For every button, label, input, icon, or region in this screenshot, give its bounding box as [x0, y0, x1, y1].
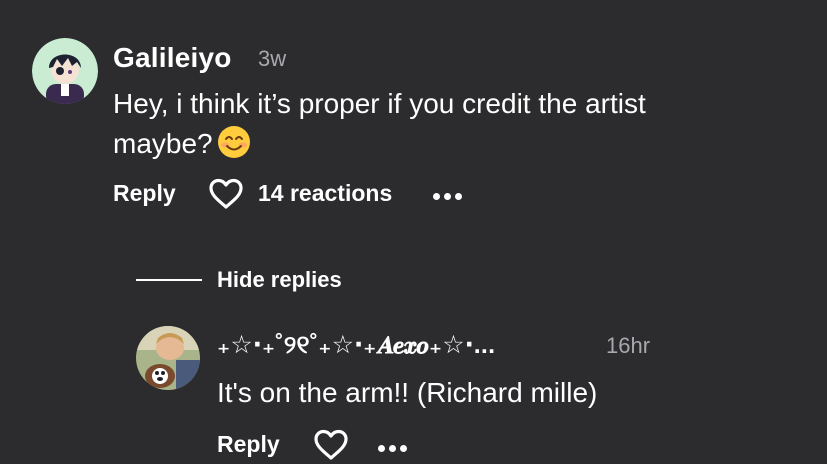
reply-button[interactable]: Reply: [113, 180, 176, 207]
reply-more-dots-icon[interactable]: [378, 439, 411, 457]
reply-reply-button[interactable]: Reply: [217, 431, 280, 458]
heart-outline-icon[interactable]: [313, 429, 349, 461]
comment-timestamp: 3w: [258, 46, 287, 71]
heart-outline-icon[interactable]: [208, 178, 244, 210]
comment-username[interactable]: Galileiyo: [113, 42, 232, 74]
comment-text-line-1: Hey, i think it’s proper if you credit t…: [113, 88, 646, 119]
comment-thread: Galileiyo 3w Hey, i think it’s proper if…: [0, 0, 827, 464]
replies-divider: [136, 279, 202, 281]
avatar[interactable]: [32, 38, 98, 104]
reply-username[interactable]: ₊☆‧₊˚୨୧˚₊☆‧₊𝑨𝒆𝒙𝒐₊☆‧...: [217, 330, 495, 360]
hide-replies-button[interactable]: Hide replies: [217, 267, 342, 293]
comment-text-line-2: maybe?: [113, 125, 251, 161]
reply-avatar[interactable]: [136, 326, 200, 390]
reply-timestamp: 16hr: [606, 333, 651, 358]
reply-text: It's on the arm!! (Richard mille): [217, 377, 598, 408]
more-dots-icon[interactable]: [433, 187, 466, 205]
comment-text-line-2-text: maybe?: [113, 128, 213, 159]
reactions-count[interactable]: 14 reactions: [258, 180, 392, 207]
smiling-face-emoji-icon: [217, 126, 250, 158]
